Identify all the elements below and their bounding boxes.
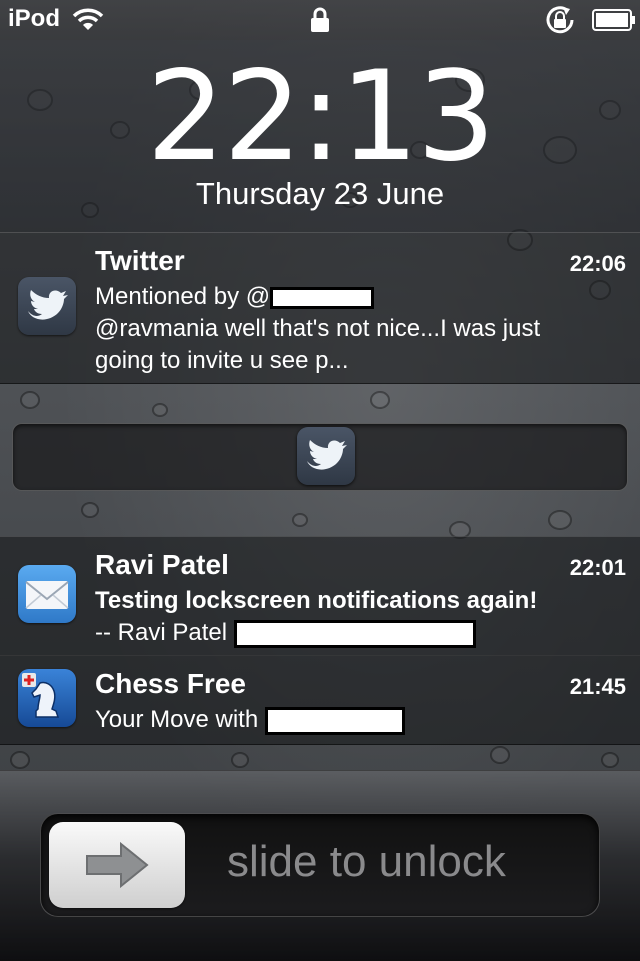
notification-time: 21:45	[569, 674, 626, 699]
twitter-bird-icon[interactable]	[297, 427, 355, 485]
right-arrow-icon	[86, 841, 149, 889]
notification-mail[interactable]: Ravi Patel 22:01 Testing lockscreen noti…	[0, 536, 640, 656]
notification-text: Mentioned by @	[95, 283, 271, 310]
notification-line: -- Ravi Patel	[95, 619, 476, 648]
battery-icon	[592, 9, 635, 31]
rotation-lock-icon	[546, 6, 574, 34]
notification-time: 22:01	[569, 555, 626, 580]
notification-text: -- Ravi Patel	[95, 619, 228, 646]
notification-unlock-slider[interactable]	[12, 423, 628, 491]
notification-chess[interactable]: Chess Free 21:45 Your Move with	[0, 655, 640, 745]
unlock-bar: slide to unlock	[0, 770, 640, 961]
notification-title: Ravi Patel	[95, 549, 229, 580]
carrier-label: iPod	[8, 5, 60, 32]
twitter-bird-icon	[18, 277, 76, 335]
redacted-email	[233, 619, 476, 648]
slide-to-unlock-label: slide to unlock	[227, 837, 506, 886]
notification-line: Mentioned by @	[95, 283, 375, 311]
status-bar: iPod	[0, 0, 640, 40]
clock-date: Thursday 23 June	[195, 176, 445, 211]
notification-subject: Testing lockscreen notifications again!	[95, 587, 538, 614]
mail-envelope-icon	[18, 565, 76, 623]
notification-title: Chess Free	[95, 668, 246, 699]
lock-icon	[311, 7, 329, 32]
notification-line: Your Move with	[95, 706, 405, 735]
slide-to-unlock-track[interactable]: slide to unlock	[40, 813, 600, 917]
notification-line: going to invite u see p...	[95, 347, 349, 374]
slide-to-unlock-knob[interactable]	[49, 822, 185, 908]
notification-time: 22:06	[569, 251, 626, 276]
redacted-username	[270, 286, 375, 309]
notification-twitter[interactable]: Twitter 22:06 Mentioned by @ @ravmania w…	[0, 232, 640, 384]
wifi-icon	[72, 8, 104, 30]
notification-text: Your Move with	[95, 706, 259, 733]
chess-knight-icon	[18, 669, 76, 727]
clock-time: 22:13	[146, 45, 495, 189]
redacted-opponent	[264, 706, 405, 735]
notification-title: Twitter	[95, 245, 185, 276]
notification-line: @ravmania well that's not nice...I was j…	[95, 315, 541, 342]
lockscreen-clock: 22:13 Thursday 23 June	[0, 40, 640, 233]
